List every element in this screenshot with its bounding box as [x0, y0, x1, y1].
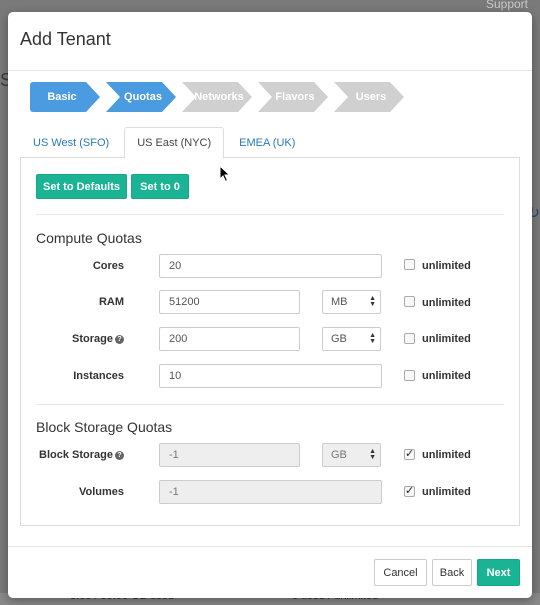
cancel-button[interactable]: Cancel	[374, 559, 427, 586]
back-button[interactable]: Back	[432, 559, 472, 586]
ram-label: RAM	[98, 296, 124, 308]
help-icon[interactable]: ?	[115, 451, 124, 460]
storage-label-text: Storage	[72, 333, 113, 345]
step-label: Quotas	[124, 91, 162, 103]
tab-us-east[interactable]: US East (NYC)	[124, 127, 225, 159]
volumes-input[interactable]	[159, 480, 382, 504]
support-link: Support	[485, 0, 528, 11]
step-quotas[interactable]: Quotas	[106, 82, 176, 112]
block-storage-input[interactable]	[159, 443, 300, 467]
region-tabs: US West (SFO) US East (NYC) EMEA (UK)	[20, 127, 520, 159]
storage-unlimited-label: unlimited	[422, 333, 471, 345]
select-arrows-icon: ▲ ▼	[369, 332, 376, 345]
ram-unlimited-label: unlimited	[422, 297, 471, 309]
block-storage-label-text: Block Storage	[39, 449, 113, 461]
block-storage-quotas-title: Block Storage Quotas	[36, 419, 173, 435]
block-storage-label: Block Storage?	[21, 449, 124, 461]
volumes-unlimited-label: unlimited	[422, 486, 471, 498]
instances-input[interactable]	[159, 364, 382, 388]
step-networks[interactable]: Networks	[182, 82, 252, 112]
step-label: Basic	[47, 91, 77, 103]
set-defaults-button[interactable]: Set to Defaults	[36, 174, 127, 199]
compute-quotas-title: Compute Quotas	[36, 230, 142, 246]
tab-emea[interactable]: EMEA (UK)	[226, 127, 308, 158]
modal-header: Add Tenant	[8, 12, 532, 71]
select-arrows-icon: ▲ ▼	[369, 448, 376, 461]
step-label: Users	[355, 91, 387, 103]
cores-label: Cores	[92, 260, 124, 272]
block-storage-unit-select[interactable]: GB ▲ ▼	[322, 443, 381, 467]
select-arrows-icon: ▲ ▼	[369, 295, 376, 308]
volumes-unlimited-checkbox[interactable]	[404, 484, 415, 497]
step-label: Flavors	[275, 91, 315, 103]
modal-title: Add Tenant	[20, 29, 111, 49]
ram-unit-select[interactable]: MB ▲ ▼	[322, 290, 381, 314]
tab-us-west[interactable]: US West (SFO)	[20, 127, 122, 158]
ram-unlimited-checkbox[interactable]	[404, 296, 415, 307]
storage-unit-select[interactable]: GB ▲ ▼	[322, 327, 381, 351]
divider	[36, 404, 504, 405]
step-basic[interactable]: Basic	[30, 82, 100, 112]
instances-label: Instances	[73, 370, 124, 382]
ram-input[interactable]	[159, 290, 300, 314]
cores-input[interactable]	[159, 254, 382, 278]
storage-unit-value: GB	[331, 333, 347, 345]
block-storage-unit-value: GB	[331, 449, 347, 461]
cores-unlimited-checkbox[interactable]	[404, 259, 415, 270]
modal-footer: Cancel Back Next	[8, 546, 532, 598]
set-to-zero-button[interactable]: Set to 0	[131, 174, 189, 199]
help-icon[interactable]: ?	[115, 335, 124, 344]
storage-input[interactable]	[159, 327, 300, 351]
block-storage-unlimited-checkbox[interactable]	[404, 447, 415, 460]
instances-unlimited-checkbox[interactable]	[404, 370, 415, 381]
step-label: Networks	[194, 91, 244, 103]
step-users[interactable]: Users	[334, 82, 404, 112]
quota-panel: Set to Defaults Set to 0 Compute Quotas …	[20, 158, 520, 526]
step-flavors[interactable]: Flavors	[258, 82, 328, 112]
mouse-cursor-icon	[219, 165, 231, 183]
instances-unlimited-label: unlimited	[422, 370, 471, 382]
add-tenant-modal: Add Tenant Basic Quotas Networks Flavors…	[8, 12, 532, 598]
cores-unlimited-label: unlimited	[422, 260, 471, 272]
divider	[36, 214, 504, 215]
ram-unit-value: MB	[331, 296, 348, 308]
storage-label: Storage?	[21, 333, 124, 345]
wizard-steps: Basic Quotas Networks Flavors Users	[30, 82, 410, 112]
volumes-label: Volumes	[78, 486, 124, 498]
next-button[interactable]: Next	[477, 559, 520, 586]
block-storage-unlimited-label: unlimited	[422, 449, 471, 461]
storage-unlimited-checkbox[interactable]	[404, 333, 415, 344]
